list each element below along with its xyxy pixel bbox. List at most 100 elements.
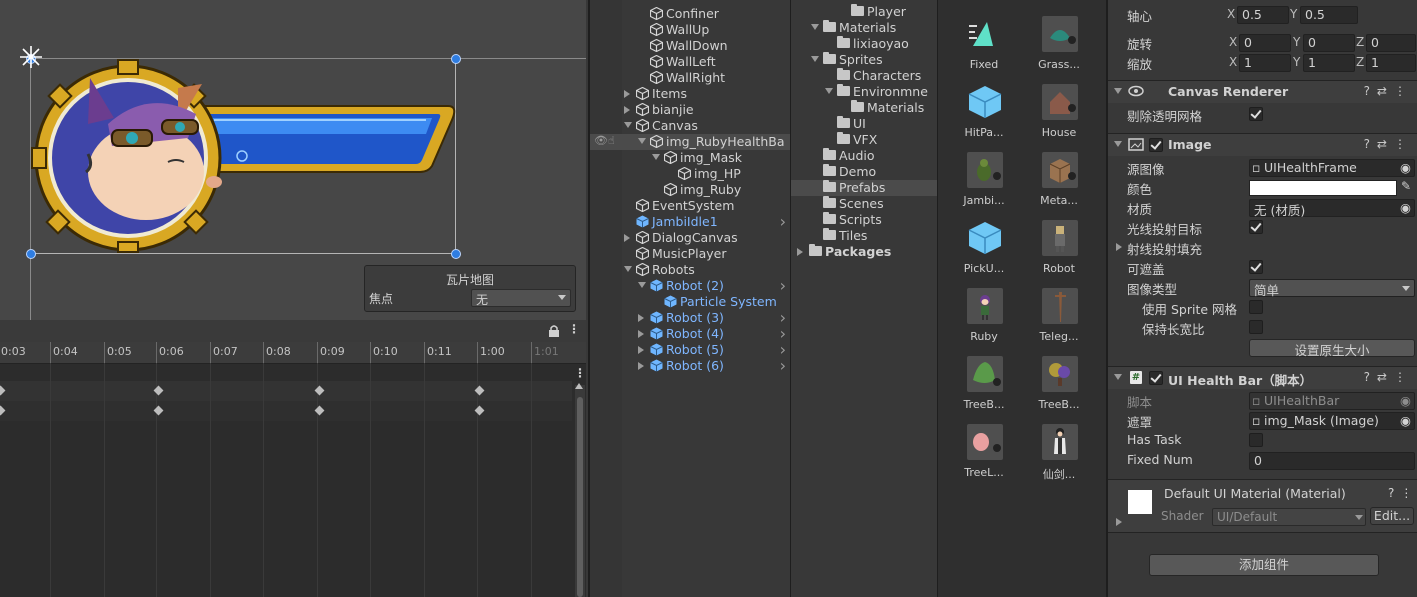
ui-health-bar-header[interactable]: # UI Health Bar（脚本） ?⇄⋮	[1108, 366, 1417, 389]
hierarchy-item[interactable]: WallUp	[622, 22, 790, 38]
expand-arrow-icon[interactable]	[638, 362, 644, 370]
hierarchy-item[interactable]: 👁 ☝ img_RubyHealthBa	[590, 134, 790, 150]
hierarchy-item[interactable]: WallLeft	[622, 54, 790, 70]
project-folder-item[interactable]: Sprites	[791, 52, 937, 68]
project-folder-item[interactable]: UI	[791, 116, 937, 132]
foldout-arrow-icon[interactable]	[1114, 141, 1122, 147]
has-task-checkbox[interactable]	[1249, 433, 1263, 447]
object-picker-icon[interactable]: ◉	[1400, 413, 1411, 428]
scale-z-field[interactable]: 1	[1366, 54, 1416, 72]
hierarchy-item[interactable]: JambiIdle1 ›	[622, 212, 790, 231]
script-enabled-checkbox[interactable]	[1149, 371, 1163, 385]
hierarchy-item[interactable]: Items	[622, 86, 790, 102]
preserve-aspect-checkbox[interactable]	[1249, 320, 1263, 334]
hierarchy-item[interactable]: img_Mask	[622, 150, 790, 166]
collapse-arrow-icon[interactable]	[638, 138, 646, 144]
add-component-button[interactable]: 添加组件	[1149, 554, 1379, 576]
rect-handle-bottom-right[interactable]	[451, 249, 461, 259]
keyframe-row[interactable]	[0, 381, 572, 401]
project-assets-grid[interactable]: Fixed Grass... HitPa... House Jambi... Meta..…	[937, 0, 1106, 597]
asset-tile[interactable]: TreeB...	[946, 348, 1022, 412]
material-field[interactable]: 无 (材质) ◉	[1249, 199, 1415, 218]
hierarchy-item[interactable]: Robot (3) ›	[622, 308, 790, 327]
collapse-arrow-icon[interactable]	[624, 266, 632, 272]
hierarchy-item[interactable]: Robots	[622, 262, 790, 278]
rect-handle-top-right[interactable]	[451, 54, 461, 64]
asset-tile[interactable]: Jambi...	[946, 144, 1022, 208]
rotation-x-field[interactable]: 0	[1239, 34, 1291, 52]
component-header-icons[interactable]: ?⇄⋮	[1364, 84, 1413, 98]
foldout-arrow-icon[interactable]	[1114, 88, 1122, 94]
raycast-target-checkbox[interactable]	[1249, 220, 1263, 234]
asset-tile[interactable]: TreeB...	[1021, 348, 1097, 412]
cull-transparent-checkbox[interactable]	[1249, 107, 1263, 121]
asset-tile[interactable]: House	[1021, 76, 1097, 140]
pivot-y-field[interactable]: 0.5	[1300, 6, 1358, 24]
collapse-arrow-icon[interactable]	[624, 122, 632, 128]
more-options-icon[interactable]: ⋮	[568, 322, 580, 336]
expand-arrow-icon[interactable]	[638, 314, 644, 322]
project-folder-item[interactable]: Materials	[791, 100, 937, 116]
hierarchy-item[interactable]: EventSystem	[622, 198, 790, 214]
rect-handle-bottom-left[interactable]	[26, 249, 36, 259]
image-type-dropdown[interactable]: 简单	[1249, 279, 1415, 298]
project-folder-item[interactable]: VFX	[791, 132, 937, 148]
hierarchy-item[interactable]: bianjie	[622, 102, 790, 118]
asset-tile[interactable]: HitPa...	[946, 76, 1022, 140]
collapse-arrow-icon[interactable]	[825, 88, 833, 94]
edit-shader-button[interactable]: Edit...	[1370, 507, 1414, 525]
asset-tile[interactable]: 仙剑...	[1021, 416, 1097, 481]
pickable-hand-icon[interactable]: ☝	[608, 134, 615, 147]
hierarchy-item[interactable]: Particle System	[622, 294, 790, 310]
project-folder-item[interactable]: Characters	[791, 68, 937, 84]
lock-icon[interactable]	[548, 324, 560, 337]
project-folder-item[interactable]: Environmne	[791, 84, 937, 100]
scroll-up-icon[interactable]	[575, 383, 583, 389]
expand-arrow-icon[interactable]	[624, 106, 630, 114]
rotation-y-field[interactable]: 0	[1303, 34, 1355, 52]
collapse-arrow-icon[interactable]	[638, 282, 646, 288]
source-image-field[interactable]: ▫ UIHealthFrame ◉	[1249, 159, 1415, 177]
hierarchy-panel[interactable]: Confiner WallUp WallDown WallLeft WallRight I…	[588, 0, 790, 597]
hierarchy-item[interactable]: Canvas	[622, 118, 790, 134]
hierarchy-item[interactable]: MusicPlayer	[622, 246, 790, 262]
object-picker-icon[interactable]: ◉	[1400, 160, 1411, 175]
maskable-checkbox[interactable]	[1249, 260, 1263, 274]
pivot-x-field[interactable]: 0.5	[1237, 6, 1289, 24]
material-preview-section[interactable]: Default UI Material (Material) ?⋮ Shader…	[1108, 479, 1417, 533]
project-folder-item[interactable]: Materials	[791, 20, 937, 36]
scene-view[interactable]: 瓦片地图 焦点 无	[0, 0, 586, 320]
hierarchy-item[interactable]: img_Ruby	[622, 182, 790, 198]
collapse-arrow-icon[interactable]	[811, 24, 819, 30]
open-prefab-arrow-icon[interactable]: ›	[780, 276, 786, 295]
eyedropper-icon[interactable]: ✎	[1401, 179, 1411, 193]
rotation-z-field[interactable]: 0	[1366, 34, 1416, 52]
project-folder-item[interactable]: Audio	[791, 148, 937, 164]
set-native-size-button[interactable]: 设置原生大小	[1249, 339, 1415, 358]
asset-tile[interactable]: PickU...	[946, 212, 1022, 276]
timeline-body[interactable]	[0, 363, 586, 597]
expand-arrow-icon[interactable]	[797, 248, 803, 256]
project-folder-item[interactable]: Prefabs	[791, 180, 937, 196]
open-prefab-arrow-icon[interactable]: ›	[780, 212, 786, 231]
timeline-ruler[interactable]: 0:03 0:04 0:05 0:06 0:07 0:08 0:09 0:10 0:11 1:00…	[0, 342, 586, 380]
scrollbar-thumb[interactable]	[577, 397, 583, 597]
shader-dropdown[interactable]: UI/Default	[1212, 508, 1366, 526]
hierarchy-item[interactable]: Robot (4) ›	[622, 324, 790, 343]
scale-x-field[interactable]: 1	[1239, 54, 1291, 72]
foldout-arrow-icon[interactable]	[1116, 518, 1122, 526]
keyframe-row[interactable]	[0, 401, 572, 421]
fixed-num-field[interactable]: 0	[1249, 452, 1415, 470]
collapse-arrow-icon[interactable]	[811, 56, 819, 62]
asset-tile[interactable]: Teleg...	[1021, 280, 1097, 344]
project-folder-item[interactable]: Scenes	[791, 196, 937, 212]
collapse-arrow-icon[interactable]	[652, 154, 660, 160]
scale-y-field[interactable]: 1	[1303, 54, 1355, 72]
asset-tile[interactable]: Robot	[1021, 212, 1097, 276]
health-bar-graphic[interactable]	[28, 54, 460, 254]
visibility-eye-icon[interactable]: 👁	[594, 134, 608, 147]
asset-tile[interactable]: Meta...	[1021, 144, 1097, 208]
project-folder-item[interactable]: Scripts	[791, 212, 937, 228]
inspector-panel[interactable]: 轴心 X 0.5 Y 0.5 旋转 X 0 Y 0 Z 0 缩放 X 1 Y 1…	[1106, 0, 1417, 597]
project-folder-item[interactable]: lixiaoyao	[791, 36, 937, 52]
